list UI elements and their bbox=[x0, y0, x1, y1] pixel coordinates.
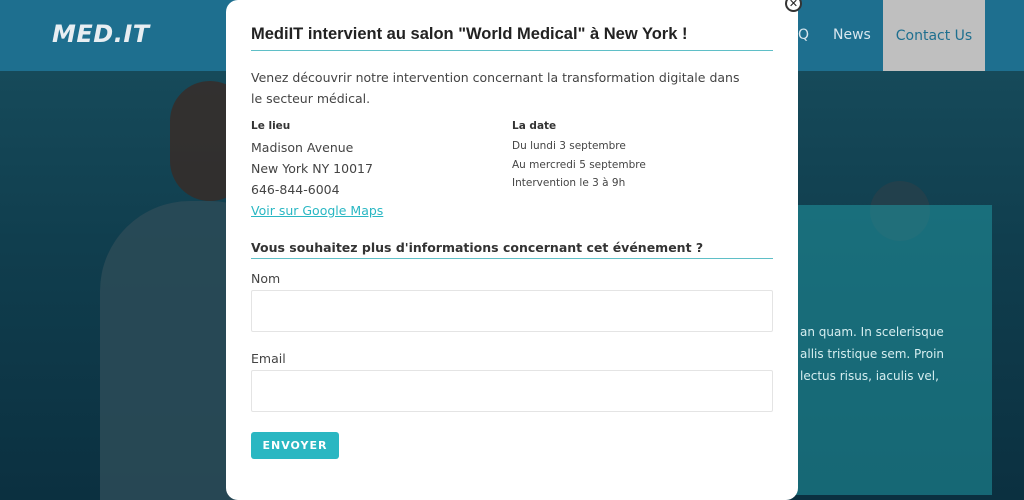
close-icon: ✕ bbox=[788, 0, 799, 10]
location-phone: 646-844-6004 bbox=[251, 182, 340, 197]
name-label: Nom bbox=[251, 271, 281, 286]
email-field[interactable] bbox=[251, 370, 773, 412]
name-field[interactable] bbox=[251, 290, 773, 332]
date-time: Intervention le 3 à 9h bbox=[512, 177, 626, 189]
date-end: Au mercredi 5 septembre bbox=[512, 158, 646, 171]
modal-intro: Venez découvrir notre intervention conce… bbox=[251, 70, 740, 106]
form-heading: Vous souhaitez plus d'informations conce… bbox=[251, 240, 773, 259]
location-block: Le lieu Madison Avenue New York NY 10017… bbox=[251, 120, 491, 221]
date-block: La date Du lundi 3 septembre Au mercredi… bbox=[512, 120, 752, 193]
modal-title: MediIT intervient au salon "World Medica… bbox=[251, 25, 773, 51]
location-city: New York NY 10017 bbox=[251, 161, 373, 176]
submit-button[interactable]: ENVOYER bbox=[251, 432, 339, 459]
location-street: Madison Avenue bbox=[251, 140, 354, 155]
email-label: Email bbox=[251, 351, 286, 366]
google-maps-link[interactable]: Voir sur Google Maps bbox=[251, 200, 383, 221]
event-modal: MediIT intervient au salon "World Medica… bbox=[226, 0, 798, 500]
location-label: Le lieu bbox=[251, 120, 291, 132]
date-label: La date bbox=[512, 120, 557, 132]
date-start: Du lundi 3 septembre bbox=[512, 140, 626, 152]
